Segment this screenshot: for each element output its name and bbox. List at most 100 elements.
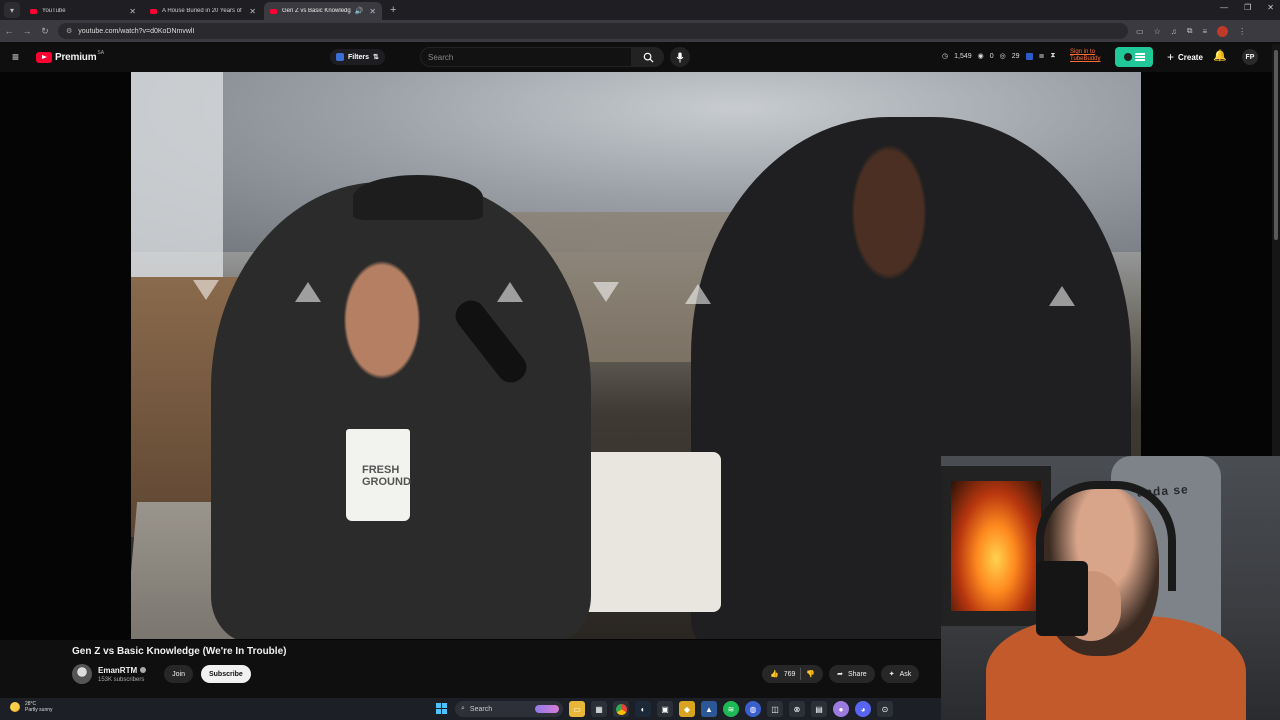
extensions-icon[interactable]: ⧉ [1187, 26, 1193, 36]
like-button[interactable]: 👍 769 [770, 670, 795, 679]
channel-row: EmanRTM 153K subscribers Join Subscribe [72, 663, 251, 685]
browser-toolbar-icons: ▭ ☆ ♫ ⧉ ≡ ⋮ [1136, 25, 1246, 37]
share-button[interactable]: ➦ Share [829, 665, 875, 683]
plus-icon: + [1167, 50, 1175, 64]
app-yellow-icon[interactable]: ◆ [679, 701, 695, 717]
search-button[interactable] [632, 47, 664, 67]
youtube-premium-logo[interactable]: Premium SA [36, 50, 105, 63]
chrome-icon[interactable] [613, 701, 629, 717]
share-label: Share [848, 670, 867, 678]
channel-info: EmanRTM 153K subscribers [98, 665, 147, 683]
weather-text: 28°C Partly sunny [25, 701, 53, 713]
logo-text: Premium [55, 51, 97, 63]
browser-menu-icon[interactable]: ⋮ [1238, 27, 1246, 36]
browser-tab-youtube[interactable]: YouTube ✕ [24, 2, 142, 20]
xbox-icon[interactable]: ⊗ [789, 701, 805, 717]
extension-badge-icon[interactable] [1025, 52, 1033, 60]
filters-button[interactable]: Filters ⇅ [330, 49, 385, 65]
url-field[interactable]: ⚙ youtube.com/watch?v=d0KoDNmvwlI [58, 23, 1128, 39]
site-info-icon[interactable]: ⚙ [66, 27, 72, 35]
install-app-icon[interactable]: ▭ [1136, 27, 1144, 36]
close-tab-icon[interactable]: ✕ [129, 7, 136, 16]
notepad-icon[interactable]: ▤ [811, 701, 827, 717]
weather-widget[interactable]: 28°C Partly sunny [10, 701, 53, 713]
create-button[interactable]: + Create [1161, 48, 1209, 66]
thumbs-up-icon: 👍 [770, 671, 779, 678]
file-explorer-icon[interactable]: ▭ [569, 701, 585, 717]
webcam-mug [1036, 561, 1088, 636]
youtube-favicon-icon [270, 8, 277, 14]
tubebuddy-logo-icon [1123, 53, 1132, 61]
media-control-icon[interactable]: ♫ [1171, 27, 1177, 36]
browser-tab-house-buried[interactable]: A House Buried in 20 Years of ✕ [144, 2, 262, 20]
photos-icon[interactable]: ▲ [701, 701, 717, 717]
extension-stats: ◷ 1,549 ◉ 0 ◎ 29 ≣ ⧗ [942, 52, 1055, 60]
restore-icon[interactable]: ❐ [1244, 3, 1251, 12]
channel-name-link[interactable]: EmanRTM [98, 665, 147, 675]
store-icon[interactable]: ▣ [657, 701, 673, 717]
taskbar-apps: ▭ ▦ ◐ ▣ ◆ ▲ ≋ ◍ ◫ ⊗ ▤ ● ◕ ⊙ [569, 701, 893, 717]
reload-icon[interactable]: ↻ [36, 26, 54, 37]
verified-badge-icon [140, 667, 147, 673]
region-code: SA [97, 50, 105, 56]
menu-icon[interactable]: ≡ [12, 50, 24, 64]
video-decal-triangle [295, 282, 321, 302]
minimize-icon[interactable]: — [1220, 3, 1228, 12]
subscriber-count: 153K subscribers [98, 676, 145, 683]
divider [800, 668, 802, 680]
video-interviewee [211, 182, 591, 639]
dislike-button-icon[interactable]: 👎 [806, 670, 815, 678]
sparkle-icon: ✦ [888, 671, 895, 678]
bookmark-star-icon[interactable]: ☆ [1154, 27, 1161, 36]
join-button[interactable]: Join [164, 665, 193, 683]
list-icon[interactable]: ≣ [1039, 52, 1045, 60]
channel-avatar[interactable] [72, 664, 92, 684]
steam-icon[interactable]: ◐ [635, 701, 651, 717]
voice-search-button[interactable] [670, 47, 690, 67]
youtube-logo-icon [36, 51, 52, 63]
windows-start-icon[interactable] [436, 703, 447, 714]
tubebuddy-signin-link[interactable]: Sign in to TubeBuddy [1070, 49, 1100, 63]
close-tab-icon[interactable]: ✕ [369, 7, 376, 16]
tab-search-chevron-icon[interactable]: ▾ [4, 2, 20, 18]
notifications-bell-icon[interactable]: 🔔 [1213, 49, 1227, 62]
webcam-fire-screen [951, 481, 1041, 611]
spotify-icon[interactable]: ≋ [723, 701, 739, 717]
hamburger-icon [1134, 56, 1145, 58]
forward-icon[interactable]: → [18, 26, 36, 36]
profile-avatar-icon[interactable] [1217, 25, 1229, 37]
filter-extension-icon [336, 53, 344, 61]
discord-icon[interactable]: ◕ [855, 701, 871, 717]
account-avatar[interactable]: FP [1242, 49, 1258, 65]
tubebuddy-line-1: Sign in to [1070, 49, 1096, 55]
taskbar-search[interactable]: ⌕ Search [455, 701, 563, 717]
subscribe-button[interactable]: Subscribe [200, 665, 251, 683]
calendar-app-icon[interactable]: ▦ [591, 701, 607, 717]
channel-name: EmanRTM [98, 665, 138, 675]
browser-tab-gen-z[interactable]: Gen Z vs Basic Knowledge 🔊 ✕ [264, 2, 382, 20]
video-cap [353, 175, 483, 220]
browser-tab-strip: ▾ YouTube ✕ A House Buried in 20 Years o… [0, 0, 1280, 20]
search-input[interactable]: Search [420, 47, 632, 67]
new-tab-icon[interactable]: + [390, 4, 396, 16]
video-decal-triangle [1049, 286, 1075, 306]
create-label: Create [1178, 52, 1203, 62]
ask-button[interactable]: ✦ Ask [880, 665, 920, 683]
taskbar-search-label: Search [469, 705, 493, 713]
cup-text: FRESH GROUND [362, 464, 411, 488]
hourglass-icon[interactable]: ⧗ [1050, 52, 1055, 60]
tubebuddy-menu-button[interactable] [1115, 47, 1153, 67]
game-controller-icon[interactable]: ◫ [767, 701, 783, 717]
audio-playing-icon[interactable]: 🔊 [355, 7, 364, 15]
obs-icon[interactable]: ⊙ [877, 701, 893, 717]
close-window-icon[interactable]: ✕ [1267, 3, 1274, 12]
search-icon [643, 52, 654, 63]
close-tab-icon[interactable]: ✕ [249, 7, 256, 16]
scrollbar-thumb[interactable] [1274, 50, 1278, 240]
video-title: Gen Z vs Basic Knowledge (We're In Troub… [72, 646, 287, 657]
app-purple-icon[interactable]: ● [833, 701, 849, 717]
video-decal-triangle [497, 282, 523, 302]
back-icon[interactable]: ← [0, 26, 18, 36]
reading-list-icon[interactable]: ≡ [1202, 27, 1207, 36]
app-blue-icon[interactable]: ◍ [745, 701, 761, 717]
